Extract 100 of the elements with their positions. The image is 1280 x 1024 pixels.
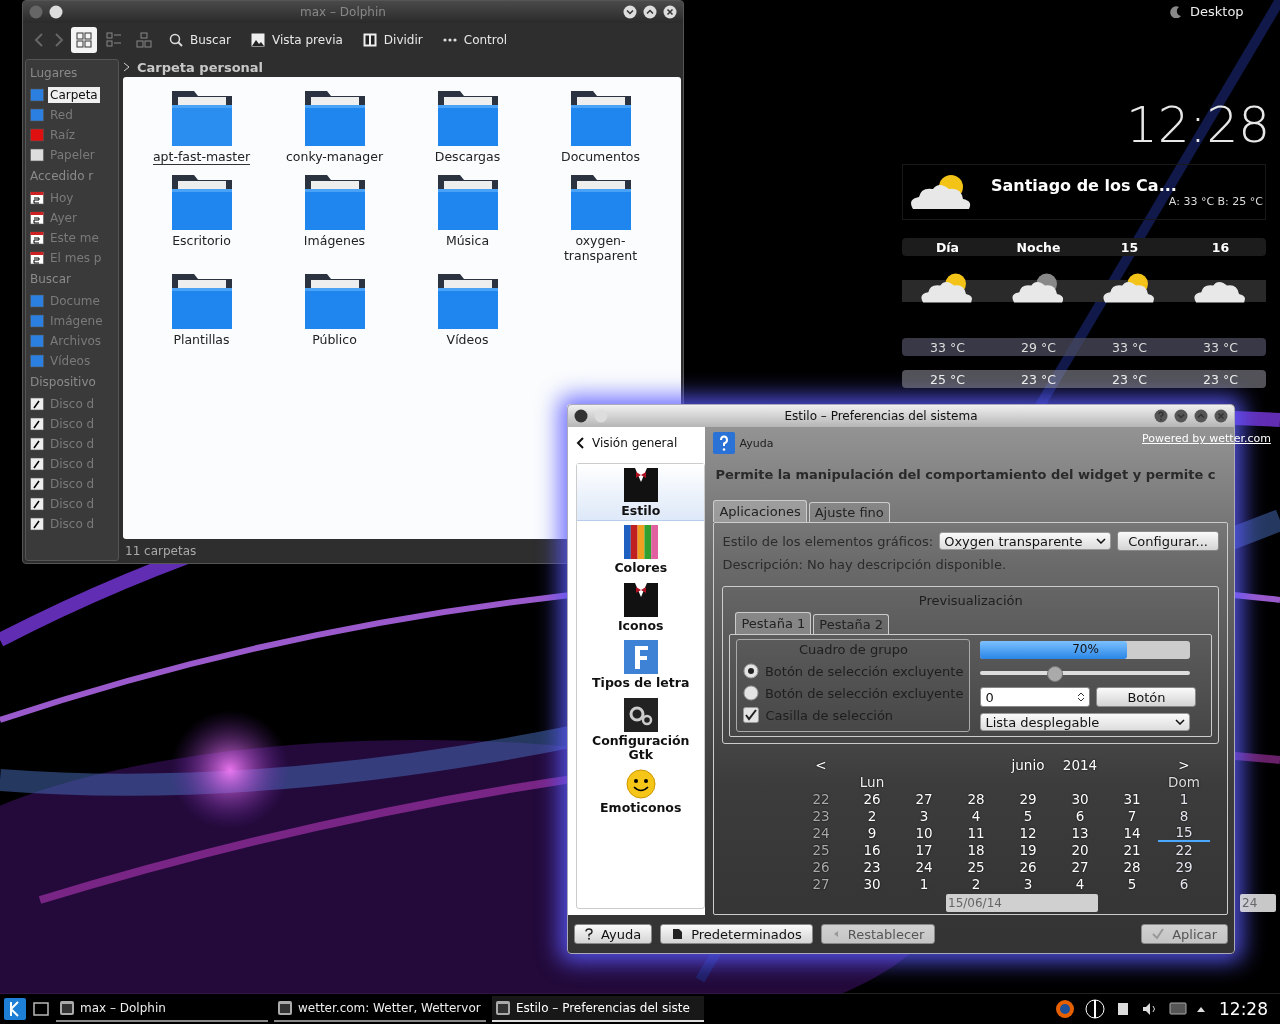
calendar-day[interactable]: 3 <box>898 807 950 824</box>
calendar-day[interactable]: 20 <box>1054 841 1106 858</box>
calendar-day[interactable]: 7 <box>1106 807 1158 824</box>
help-button[interactable]: Ayuda <box>713 432 774 454</box>
calendar-day[interactable]: 25 <box>950 858 1002 875</box>
slider-thumb[interactable] <box>1046 666 1063 682</box>
folder-name[interactable]: Descargas <box>434 149 501 165</box>
folder-name[interactable]: conky-manager <box>285 149 384 165</box>
minimize-button[interactable] <box>623 5 637 19</box>
dialog-button[interactable]: Predeterminados <box>660 924 813 944</box>
radio-button[interactable] <box>743 663 759 679</box>
week-field[interactable]: 24 <box>1240 894 1276 912</box>
calendar-day[interactable]: 14 <box>1106 824 1158 841</box>
expand-icon[interactable] <box>1197 1006 1205 1012</box>
configure-button[interactable]: Configurar... <box>1117 531 1219 551</box>
tab[interactable]: Ajuste fino <box>808 502 890 522</box>
category-item[interactable]: Tipos de letra <box>577 636 705 694</box>
calendar-day[interactable]: 27 <box>1054 858 1106 875</box>
calendar-day[interactable]: 22 <box>1158 841 1210 858</box>
compass-icon[interactable] <box>1085 999 1105 1019</box>
calendar-day[interactable]: 11 <box>950 824 1002 841</box>
calendar-day[interactable]: 26 <box>846 790 898 807</box>
calendar-day[interactable]: 29 <box>1002 790 1054 807</box>
calendar-day[interactable]: 5 <box>1106 875 1158 892</box>
breadcrumb[interactable]: Carpeta personal <box>137 59 264 75</box>
date-field[interactable]: 15/06/14 <box>946 894 1098 912</box>
toolbar-button[interactable]: Control <box>434 27 516 53</box>
calendar-day[interactable]: 10 <box>898 824 950 841</box>
folder-name[interactable]: Plantillas <box>173 332 230 348</box>
calendar-day[interactable]: 1 <box>898 875 950 892</box>
close-button[interactable] <box>1214 409 1228 423</box>
folder-name[interactable]: oxygen-transparent <box>545 233 656 264</box>
calendar-day[interactable]: 26 <box>1002 858 1054 875</box>
maximize-button[interactable] <box>1194 409 1208 423</box>
monitor-icon[interactable] <box>1169 1001 1187 1017</box>
calendar-day[interactable]: 12 <box>1002 824 1054 841</box>
window-menu-icon[interactable] <box>574 409 588 423</box>
calendar-day[interactable]: 28 <box>950 790 1002 807</box>
month-label[interactable]: junio <box>1002 756 1054 773</box>
calendar-day[interactable]: 8 <box>1158 807 1210 824</box>
toolbar-button[interactable]: Dividir <box>354 27 431 53</box>
spin-box[interactable]: 0 <box>980 687 1091 707</box>
desktop-icon[interactable] <box>32 1000 50 1018</box>
close-button[interactable] <box>663 5 677 19</box>
calendar-day[interactable]: 19 <box>1002 841 1054 858</box>
radio-button[interactable] <box>743 685 759 701</box>
sample-button[interactable]: Botón <box>1096 687 1197 707</box>
calendar-day[interactable]: 31 <box>1106 790 1158 807</box>
calendar-day[interactable]: 27 <box>898 790 950 807</box>
calendar-day[interactable]: 4 <box>950 807 1002 824</box>
toolbar-button[interactable]: Buscar <box>161 27 239 53</box>
calendar-day[interactable]: 16 <box>846 841 898 858</box>
calendar-day[interactable]: 30 <box>846 875 898 892</box>
folder-name[interactable]: Imágenes <box>303 233 366 249</box>
toolbar-button[interactable]: Vista previa <box>243 27 351 53</box>
calendar-day[interactable]: 28 <box>1106 858 1158 875</box>
calendar-day[interactable]: 9 <box>846 824 898 841</box>
year-label[interactable]: 2014 <box>1054 756 1106 773</box>
folder-name[interactable]: Documentos <box>561 149 640 165</box>
folder-name[interactable]: apt-fast-master <box>152 149 251 165</box>
checkbox[interactable] <box>743 707 760 723</box>
calendar-day[interactable]: 13 <box>1054 824 1106 841</box>
calendar-day[interactable]: 1 <box>1158 790 1210 807</box>
dialog-button[interactable]: Ayuda <box>574 924 653 944</box>
task-button[interactable]: wetter.com: Wetter, Wettervor <box>274 996 486 1022</box>
launcher-icon[interactable] <box>4 998 26 1020</box>
category-item[interactable]: Emoticonos <box>577 765 705 819</box>
calendar-day[interactable]: 2 <box>846 807 898 824</box>
calendar-day[interactable]: 30 <box>1054 790 1106 807</box>
calendar-day[interactable]: 23 <box>846 858 898 875</box>
activity-label[interactable]: Desktop <box>1190 4 1244 19</box>
browser-icon[interactable] <box>1055 999 1075 1019</box>
calendar-day[interactable]: 18 <box>950 841 1002 858</box>
task-button[interactable]: max – Dolphin <box>56 996 268 1022</box>
folder-name[interactable]: Escritorio <box>172 233 231 249</box>
calendar-day[interactable]: 4 <box>1054 875 1106 892</box>
folder-name[interactable]: Música <box>445 233 490 249</box>
pin-icon[interactable] <box>49 5 63 19</box>
calendar-day[interactable]: 24 <box>898 858 950 875</box>
device-icon[interactable] <box>1115 1001 1131 1017</box>
calendar-day[interactable]: 3 <box>1002 875 1054 892</box>
place-item[interactable]: Carpeta <box>26 85 118 105</box>
calendar-day[interactable]: 17 <box>898 841 950 858</box>
style-dropdown[interactable]: Oxygen transparente <box>939 532 1112 550</box>
calendar-day[interactable]: 21 <box>1106 841 1158 858</box>
calendar-day[interactable]: 29 <box>1158 858 1210 875</box>
next-month-button[interactable]: > <box>1158 756 1210 773</box>
back-button[interactable]: Visión general <box>568 427 706 459</box>
previous-month-button[interactable]: < <box>796 756 846 773</box>
tab[interactable]: Pestaña 1 <box>735 612 812 634</box>
folder-name[interactable]: Vídeos <box>446 332 489 348</box>
category-item[interactable]: Iconos <box>577 578 705 637</box>
view-mode-button[interactable] <box>71 27 97 53</box>
calendar-day[interactable]: 6 <box>1158 875 1210 892</box>
dropdown[interactable]: Lista desplegable <box>980 713 1191 731</box>
category-item[interactable]: Estilo <box>577 464 705 522</box>
calendar-day[interactable]: 5 <box>1002 807 1054 824</box>
category-item[interactable]: Colores <box>577 521 705 579</box>
minimize-button[interactable] <box>1174 409 1188 423</box>
tab[interactable]: Aplicaciones <box>713 500 807 522</box>
